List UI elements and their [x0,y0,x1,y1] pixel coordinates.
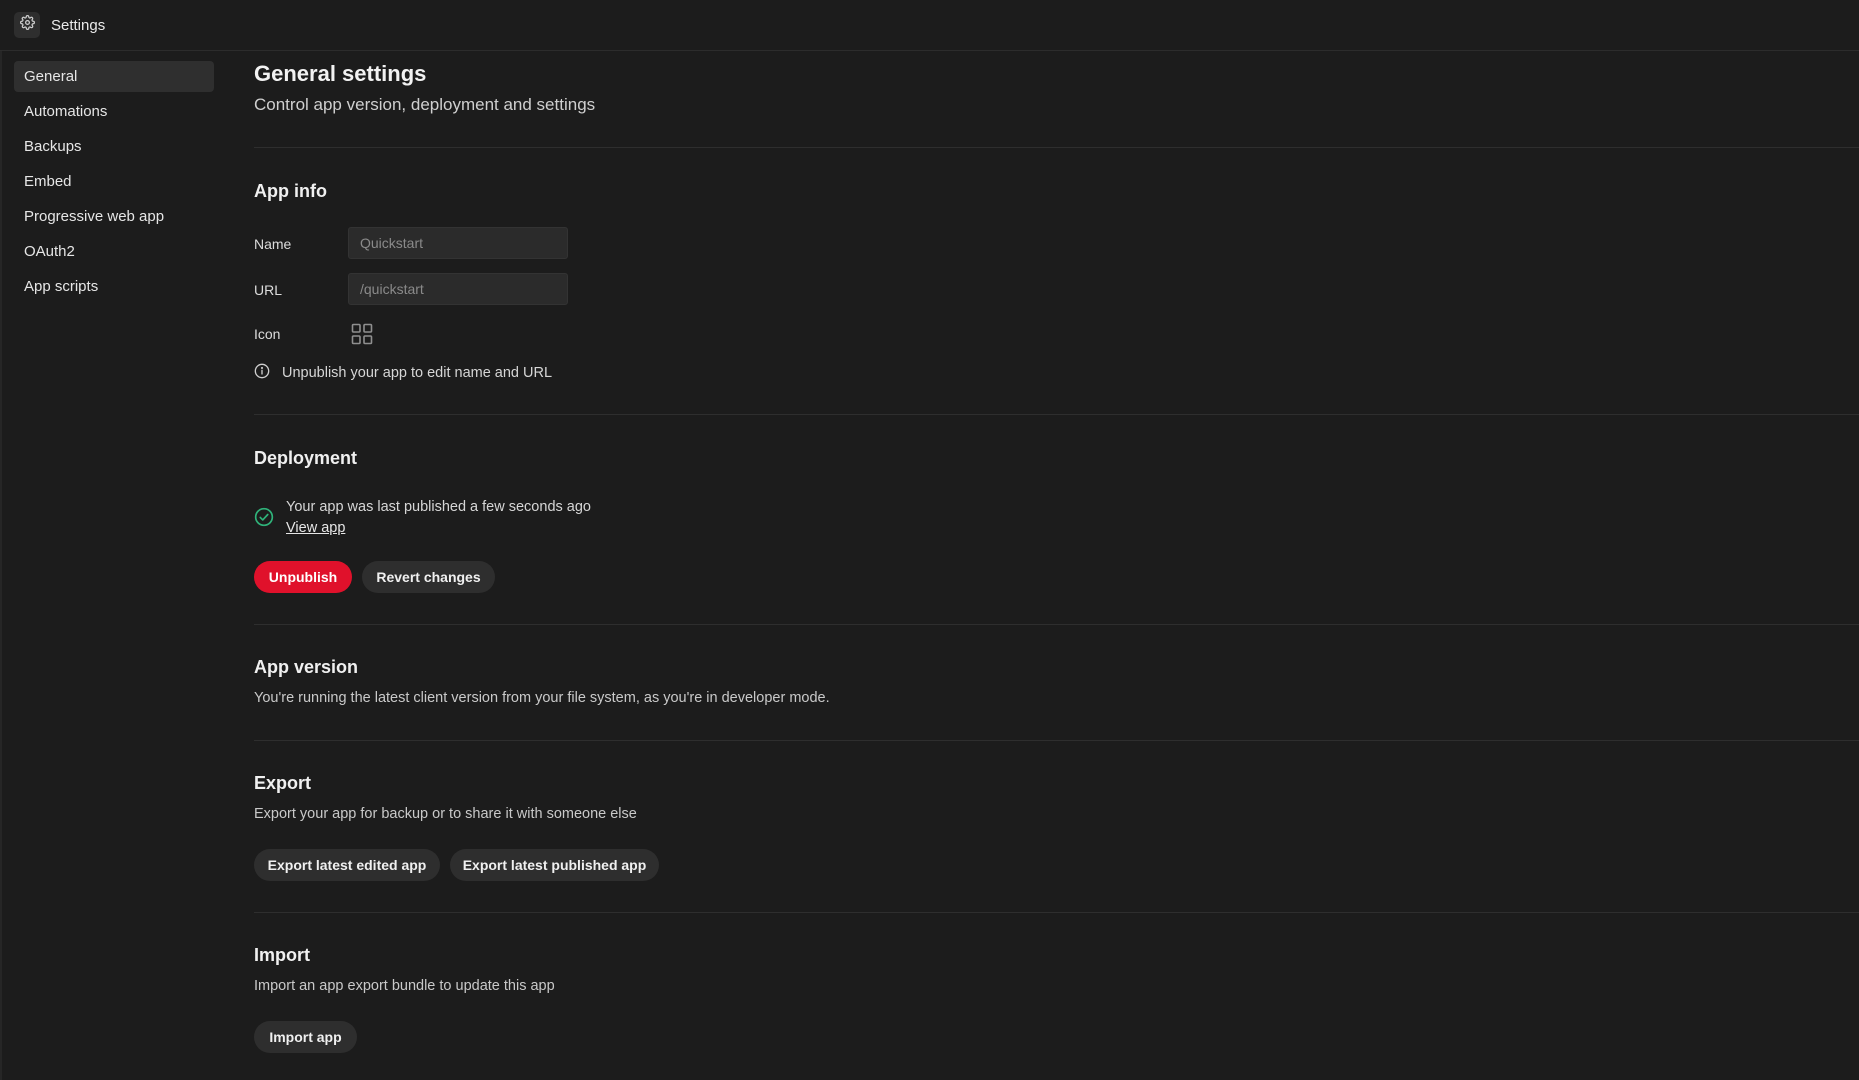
app-version-text: You're running the latest client version… [254,690,830,706]
name-input[interactable] [348,227,568,259]
page-subtitle: Control app version, deployment and sett… [254,95,596,114]
window-title: Settings [51,16,106,34]
export-latest-published-button[interactable]: Export latest published app [450,849,659,881]
divider [254,624,1859,625]
sidebar-item-embed[interactable]: Embed [14,166,214,197]
divider [254,414,1859,415]
sidebar-item-backups[interactable]: Backups [14,131,214,162]
settings-button[interactable] [14,12,40,38]
import-heading: Import [254,945,310,965]
check-circle-icon [254,507,274,539]
divider [254,740,1859,741]
publish-status-text: Your app was last published a few second… [286,499,591,515]
divider [254,147,1859,148]
sidebar-item-general[interactable]: General [14,61,214,92]
export-heading: Export [254,773,312,793]
import-text: Import an app export bundle to update th… [254,978,555,994]
gear-icon [19,15,35,35]
sidebar-item-automations[interactable]: Automations [14,96,214,127]
divider [254,912,1859,913]
view-app-link[interactable]: View app [286,518,591,539]
grid-icon[interactable] [351,323,375,347]
export-text: Export your app for backup or to share i… [254,806,637,822]
info-icon [254,363,282,383]
sidebar: General Automations Backups Embed Progre… [14,61,214,306]
deployment-heading: Deployment [254,448,358,468]
app-version-heading: App version [254,657,359,677]
sidebar-item-app-scripts[interactable]: App scripts [14,271,214,302]
icon-label: Icon [254,326,281,342]
page-title: General settings [254,61,427,86]
url-input[interactable] [348,273,568,305]
url-label: URL [254,282,283,298]
export-latest-edited-button[interactable]: Export latest edited app [254,849,440,881]
app-info-heading: App info [254,181,327,201]
deployment-status: Your app was last published a few second… [254,497,591,539]
unpublish-hint: Unpublish your app to edit name and URL [254,363,552,383]
sidebar-item-oauth2[interactable]: OAuth2 [14,236,214,267]
unpublish-button[interactable]: Unpublish [254,561,352,593]
top-bar: Settings [0,0,1859,51]
name-label: Name [254,236,292,252]
sidebar-item-progressive-web-app[interactable]: Progressive web app [14,201,214,232]
revert-changes-button[interactable]: Revert changes [362,561,495,593]
unpublish-hint-text: Unpublish your app to edit name and URL [282,365,553,381]
import-app-button[interactable]: Import app [254,1021,357,1053]
left-border [0,51,2,1080]
